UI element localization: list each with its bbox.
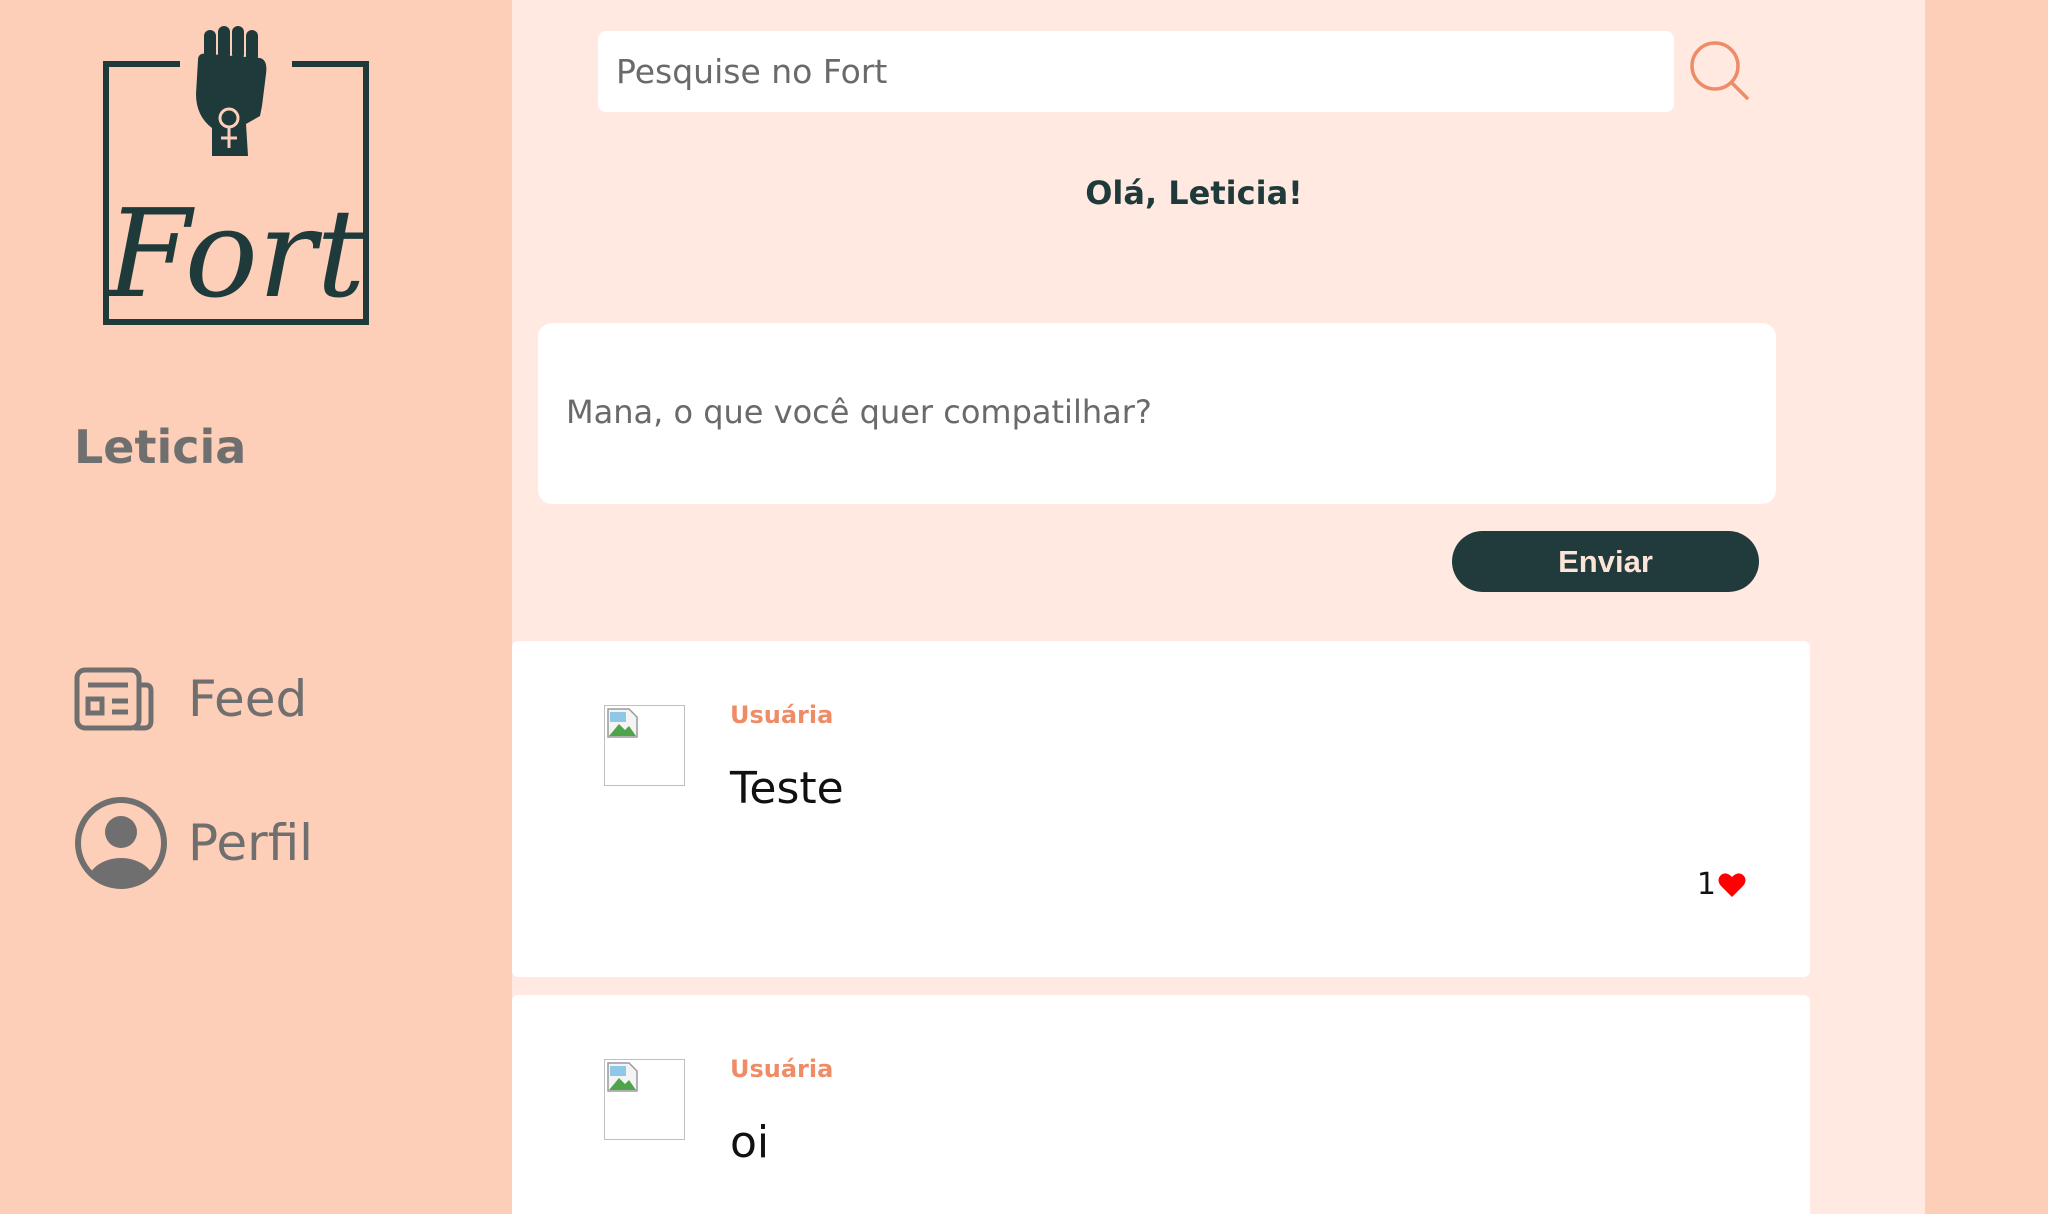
right-margin [1925,0,2048,1214]
like-button[interactable]: 1 [1697,867,1746,902]
broken-image-icon [607,708,638,738]
search-input[interactable] [598,31,1674,112]
broken-image-icon [607,1062,638,1092]
sidebar-item-label: Perfil [188,814,314,872]
post-author[interactable]: Usuária [730,701,833,729]
send-button[interactable]: Enviar [1452,531,1759,592]
sidebar-item-feed[interactable]: Feed [74,652,307,746]
post-composer-input[interactable] [538,323,1776,504]
heart-icon [1718,872,1746,897]
post-text: oi [730,1117,770,1168]
user-circle-icon [74,796,168,890]
like-count: 1 [1696,867,1716,902]
post-card: Usuária oi [512,995,1810,1214]
sidebar-username: Leticia [74,420,247,474]
greeting: Olá, Leticia! [1085,174,1303,212]
fist-logo-icon: Fort [103,26,369,325]
post-text: Teste [730,763,844,814]
newspaper-icon [74,652,168,746]
avatar [604,705,685,786]
sidebar: Fort Leticia Feed Perfil [0,0,512,1214]
post-card: Usuária Teste 1 [512,641,1810,977]
svg-text:Fort: Fort [105,183,367,325]
sidebar-item-perfil[interactable]: Perfil [74,796,313,890]
sidebar-item-label: Feed [188,670,308,728]
post-author[interactable]: Usuária [730,1055,833,1083]
fort-logo[interactable]: Fort [100,24,370,329]
avatar [604,1059,685,1140]
main-content: Olá, Leticia! Enviar Usuária Teste 1 [512,0,1925,1214]
search-icon[interactable] [1687,38,1755,106]
